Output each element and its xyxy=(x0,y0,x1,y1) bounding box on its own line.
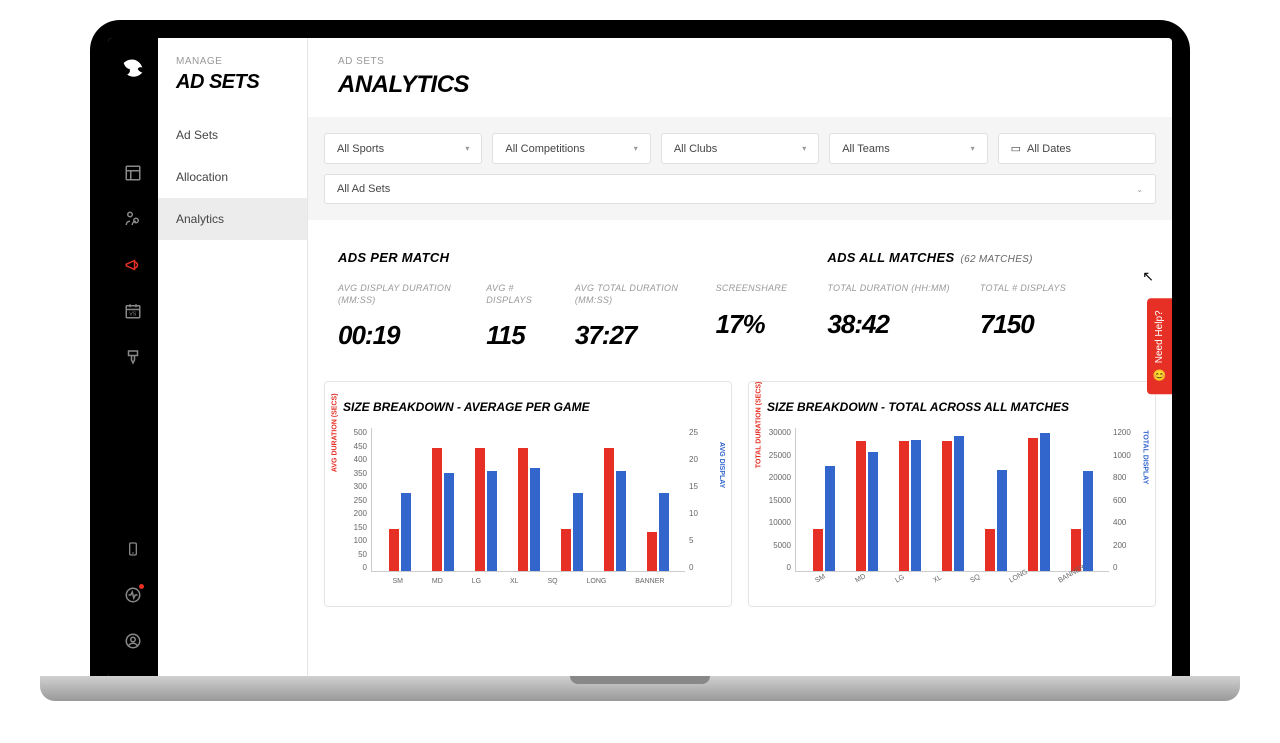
filter-sports[interactable]: All Sports▾ xyxy=(324,133,482,164)
sidebar-item-allocation[interactable]: Allocation xyxy=(158,156,307,198)
metric-label: TOTAL DURATION (HH:MM) xyxy=(827,283,949,295)
device-icon[interactable] xyxy=(124,540,142,558)
metric-label: AVG # DISPLAYS xyxy=(486,283,545,306)
filter-dates[interactable]: ▭All Dates xyxy=(998,133,1156,164)
metric-label: SCREENSHARE xyxy=(716,283,788,295)
filter-bar: All Sports▾ All Competitions▾ All Clubs▾… xyxy=(308,117,1172,220)
help-button[interactable]: 😊Need Help? xyxy=(1147,298,1172,394)
chevron-down-icon: ⌄ xyxy=(1136,185,1143,194)
stats-row: ADS PER MATCH AVG DISPLAY DURATION (MM:S… xyxy=(308,220,1172,381)
chevron-down-icon: ▾ xyxy=(634,144,638,153)
logo-icon xyxy=(119,56,147,84)
chart-title: SIZE BREAKDOWN - TOTAL ACROSS ALL MATCHE… xyxy=(767,400,1137,414)
svg-text:VS: VS xyxy=(129,312,137,318)
sidebar-item-adsets[interactable]: Ad Sets xyxy=(158,114,307,156)
sidebar-item-analytics[interactable]: Analytics xyxy=(158,198,307,240)
manage-label: MANAGE xyxy=(158,56,307,67)
metric-value: 17% xyxy=(716,309,788,340)
metric-value: 00:19 xyxy=(338,320,456,351)
metric-value: 7150 xyxy=(980,309,1066,340)
metric-label: TOTAL # DISPLAYS xyxy=(980,283,1066,295)
chevron-down-icon: ▾ xyxy=(802,144,806,153)
nav-rail: VS xyxy=(108,38,158,678)
megaphone-icon[interactable] xyxy=(124,256,142,274)
stats-title: ADS PER MATCH xyxy=(338,250,787,265)
stats-title: ADS ALL MATCHES(62 MATCHES) xyxy=(827,250,1142,265)
chart-total-all-matches: SIZE BREAKDOWN - TOTAL ACROSS ALL MATCHE… xyxy=(748,381,1156,607)
charts-row: SIZE BREAKDOWN - AVERAGE PER GAME AVG DU… xyxy=(308,381,1172,623)
main-content: AD SETS ANALYTICS All Sports▾ All Compet… xyxy=(308,38,1172,678)
chevron-down-icon: ▾ xyxy=(971,144,975,153)
dashboard-icon[interactable] xyxy=(124,164,142,182)
metric-label: AVG DISPLAY DURATION (MM:SS) xyxy=(338,283,456,306)
page-title: ANALYTICS xyxy=(308,67,1172,117)
metric: AVG DISPLAY DURATION (MM:SS) 00:19 xyxy=(338,283,456,351)
filter-competitions[interactable]: All Competitions▾ xyxy=(492,133,650,164)
chart-avg-per-game: SIZE BREAKDOWN - AVERAGE PER GAME AVG DU… xyxy=(324,381,732,607)
filter-clubs[interactable]: All Clubs▾ xyxy=(661,133,819,164)
metric-value: 38:42 xyxy=(827,309,949,340)
metric-label: AVG TOTAL DURATION (MM:SS) xyxy=(575,283,686,306)
filter-teams[interactable]: All Teams▾ xyxy=(829,133,987,164)
stats-per-match: ADS PER MATCH AVG DISPLAY DURATION (MM:S… xyxy=(338,250,787,351)
calendar-icon: ▭ xyxy=(1011,143,1021,155)
emoji-icon: 😊 xyxy=(1153,369,1166,382)
calendar-icon[interactable]: VS xyxy=(124,302,142,320)
breadcrumb: AD SETS xyxy=(308,38,1172,67)
metric: AVG TOTAL DURATION (MM:SS) 37:27 xyxy=(575,283,686,351)
section-title: AD SETS xyxy=(158,67,307,114)
activity-icon[interactable] xyxy=(124,586,142,604)
metric: AVG # DISPLAYS 115 xyxy=(486,283,545,351)
metric-value: 37:27 xyxy=(575,320,686,351)
metric: TOTAL # DISPLAYS 7150 xyxy=(980,283,1066,340)
filter-adsets[interactable]: All Ad Sets⌄ xyxy=(324,174,1156,204)
sub-sidebar: MANAGE AD SETS Ad Sets Allocation Analyt… xyxy=(158,38,308,678)
brush-icon[interactable] xyxy=(124,348,142,366)
stats-all-matches: ADS ALL MATCHES(62 MATCHES) TOTAL DURATI… xyxy=(827,250,1142,351)
user-icon[interactable] xyxy=(124,632,142,650)
metric: TOTAL DURATION (HH:MM) 38:42 xyxy=(827,283,949,340)
metric: SCREENSHARE 17% xyxy=(716,283,788,351)
chart-title: SIZE BREAKDOWN - AVERAGE PER GAME xyxy=(343,400,713,414)
chevron-down-icon: ▾ xyxy=(465,144,469,153)
metric-value: 115 xyxy=(486,320,545,351)
people-icon[interactable] xyxy=(124,210,142,228)
